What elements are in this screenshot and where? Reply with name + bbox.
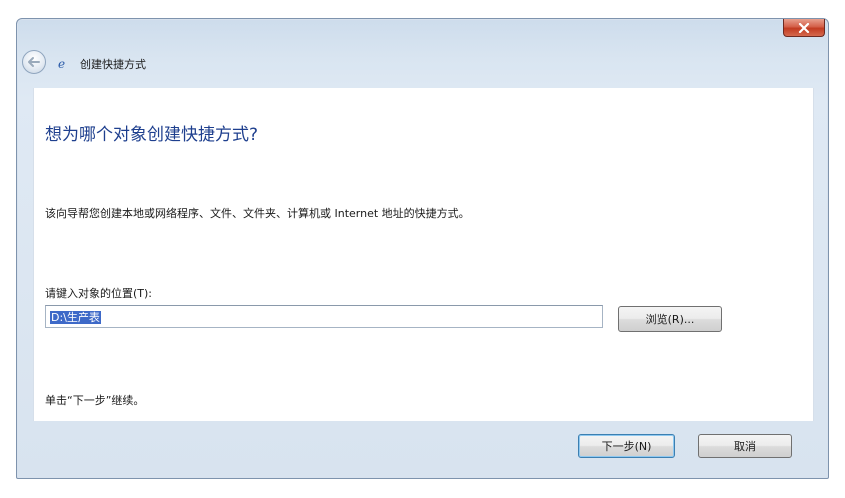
location-input[interactable]: D:\生产表	[45, 305, 603, 328]
location-value: D:\生产表	[50, 311, 101, 324]
location-label: 请键入对象的位置(T):	[45, 287, 153, 300]
continue-hint: 单击“下一步”继续。	[45, 394, 145, 407]
browse-button[interactable]: 浏览(R)...	[618, 306, 722, 332]
description-text: 该向导帮您创建本地或网络程序、文件、文件夹、计算机或 Internet 地址的快…	[45, 207, 470, 220]
svg-text:e: e	[58, 57, 65, 69]
close-button[interactable]	[783, 19, 825, 37]
ie-icon: e	[56, 56, 70, 70]
close-icon	[798, 22, 810, 33]
window-title: 创建快捷方式	[80, 58, 146, 71]
cancel-button[interactable]: 取消	[698, 434, 792, 458]
next-button[interactable]: 下一步(N)	[578, 434, 675, 458]
back-arrow-icon	[28, 57, 40, 67]
page-heading: 想为哪个对象创建快捷方式?	[45, 125, 259, 145]
back-button[interactable]	[22, 50, 46, 74]
